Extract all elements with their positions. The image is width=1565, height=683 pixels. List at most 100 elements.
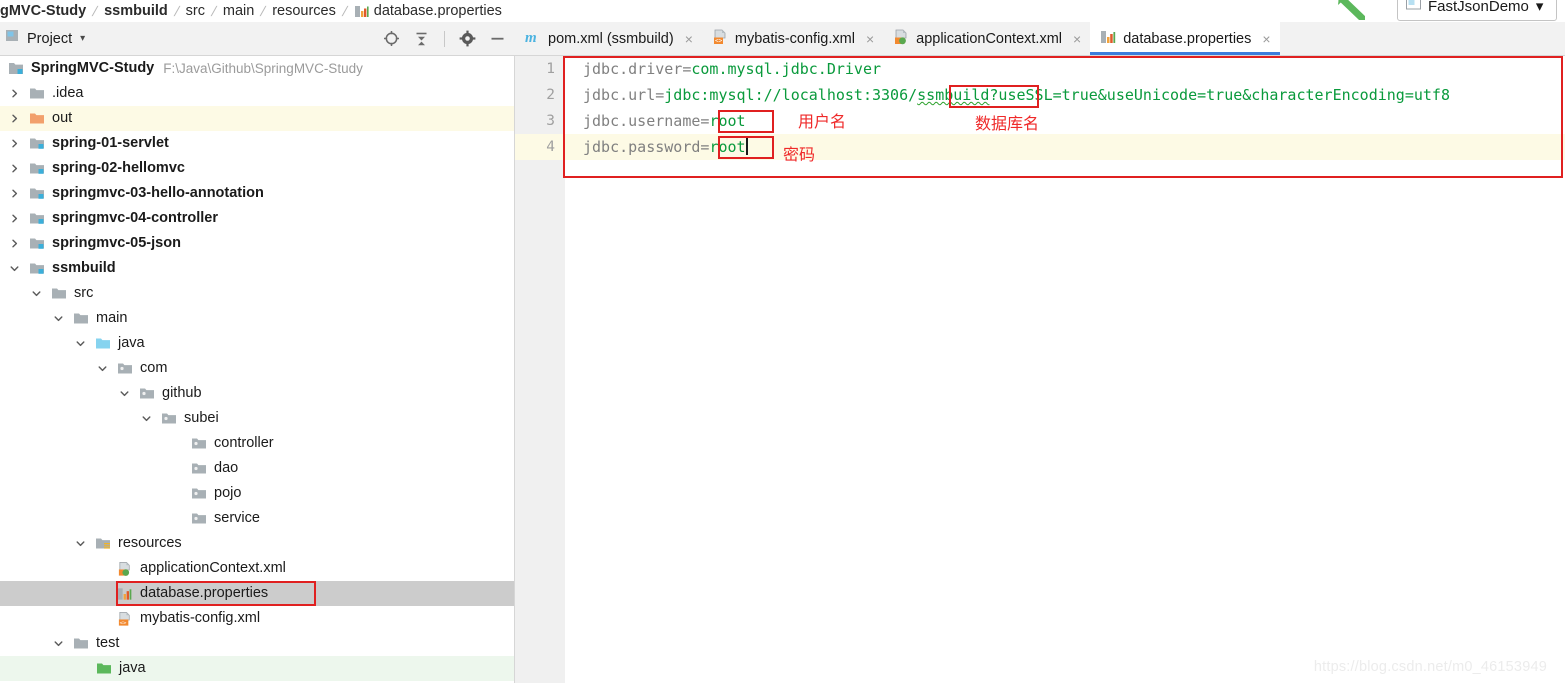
properties-file-icon xyxy=(117,586,134,601)
chevron-right-icon[interactable] xyxy=(8,112,21,125)
chevron-down-icon[interactable] xyxy=(74,537,87,550)
line-number: 2 xyxy=(515,82,565,108)
gear-icon[interactable] xyxy=(458,29,477,48)
code-line-2[interactable]: jdbc.url=jdbc:mysql://localhost:3306/ssm… xyxy=(565,82,1565,108)
tree-row-github[interactable]: github xyxy=(0,381,514,406)
tree-row-spring-02-hellomvc[interactable]: spring-02-hellomvc xyxy=(0,156,514,181)
chevron-right-icon[interactable] xyxy=(8,137,21,150)
tree-row-spring-01-servlet[interactable]: spring-01-servlet xyxy=(0,131,514,156)
folder-resources-icon xyxy=(95,536,112,551)
chevron-down-icon[interactable] xyxy=(140,412,153,425)
code-line-1[interactable]: jdbc.driver=com.mysql.jdbc.Driver xyxy=(565,56,1565,82)
tree-row-main[interactable]: main xyxy=(0,306,514,331)
tree-row-java-source[interactable]: java xyxy=(0,331,514,356)
chevron-down-icon[interactable]: ▾ xyxy=(80,33,85,44)
chevron-right-icon[interactable] xyxy=(8,212,21,225)
breadcrumb-item-4[interactable]: resources xyxy=(272,3,336,19)
properties-file-icon xyxy=(1100,29,1116,49)
breadcrumb-item-1[interactable]: ssmbuild xyxy=(104,3,168,19)
annotation-label-username: 用户名 xyxy=(798,108,846,132)
close-icon[interactable]: × xyxy=(1073,32,1081,46)
code-value: root xyxy=(709,138,745,156)
tab-database-properties[interactable]: database.properties × xyxy=(1090,22,1279,55)
xml-file-icon: <> xyxy=(117,611,134,626)
tree-label: ssmbuild xyxy=(52,261,116,276)
properties-file-icon xyxy=(354,4,369,19)
tree-row-com[interactable]: com xyxy=(0,356,514,381)
close-icon[interactable]: × xyxy=(1262,32,1270,46)
folder-orange-icon xyxy=(29,111,46,126)
code-line-3[interactable]: jdbc.username=root xyxy=(565,108,1565,134)
breadcrumb-item-0[interactable]: gMVC-Study xyxy=(0,3,86,19)
tree-row-springmvc-05-json[interactable]: springmvc-05-json xyxy=(0,231,514,256)
chevron-down-icon[interactable] xyxy=(30,287,43,300)
breadcrumb-separator: / xyxy=(210,3,218,19)
breadcrumb-item-2[interactable]: src xyxy=(186,3,205,19)
tree-row-java-test[interactable]: java xyxy=(0,656,514,681)
tree-row-application-context-xml[interactable]: applicationContext.xml xyxy=(0,556,514,581)
code-editor[interactable]: 1 2 3 4 jdbc.driver=com.mysql.jdbc.Drive… xyxy=(515,56,1565,683)
locate-target-icon[interactable] xyxy=(382,29,401,48)
code-key: jdbc.url= xyxy=(583,86,664,104)
tree-row-database-properties[interactable]: database.properties xyxy=(0,581,514,606)
chevron-down-icon[interactable] xyxy=(52,637,65,650)
code-line-4[interactable]: jdbc.password=root xyxy=(565,134,1565,160)
tree-row-test[interactable]: test xyxy=(0,631,514,656)
tree-row-idea[interactable]: .idea xyxy=(0,81,514,106)
tree-label: springmvc-03-hello-annotation xyxy=(52,186,264,201)
tree-row-dao[interactable]: dao xyxy=(0,456,514,481)
tree-row-src[interactable]: src xyxy=(0,281,514,306)
tab-pom-xml[interactable]: m pom.xml (ssmbuild) × xyxy=(515,22,702,55)
folder-grey-icon xyxy=(51,286,68,301)
chevron-right-icon[interactable] xyxy=(8,187,21,200)
tree-row-controller[interactable]: controller xyxy=(0,431,514,456)
line-number: 1 xyxy=(515,56,565,82)
tree-row-subei[interactable]: subei xyxy=(0,406,514,431)
breadcrumb-separator: / xyxy=(91,3,99,19)
close-icon[interactable]: × xyxy=(866,32,874,46)
tree-label: out xyxy=(52,111,72,126)
tree-row-mybatis-config-xml[interactable]: <> mybatis-config.xml xyxy=(0,606,514,631)
folder-grey-icon xyxy=(29,86,46,101)
editor-text-area[interactable]: jdbc.driver=com.mysql.jdbc.Driver jdbc.u… xyxy=(565,56,1565,683)
chevron-down-icon[interactable] xyxy=(118,387,131,400)
breadcrumb-label: ssmbuild xyxy=(104,3,168,19)
maven-icon: m xyxy=(525,29,541,49)
spring-xml-icon xyxy=(117,561,134,576)
chevron-down-icon[interactable] xyxy=(8,262,21,275)
tree-row-springmvc-study[interactable]: SpringMVC-Study F:\Java\Github\SpringMVC… xyxy=(0,56,514,81)
tree-project-path: F:\Java\Github\SpringMVC-Study xyxy=(163,61,363,76)
run-configuration-selector[interactable]: FastJsonDemo ▾ xyxy=(1397,0,1557,21)
tree-label: springmvc-05-json xyxy=(52,236,181,251)
tree-row-service[interactable]: service xyxy=(0,506,514,531)
code-database-name: ssmbuild xyxy=(917,86,989,104)
breadcrumb-item-5[interactable]: database.properties xyxy=(354,3,502,19)
breadcrumb-item-3[interactable]: main xyxy=(223,3,254,19)
folder-grey-icon xyxy=(73,311,90,326)
tree-row-resources[interactable]: resources xyxy=(0,531,514,556)
project-tree[interactable]: SpringMVC-Study F:\Java\Github\SpringMVC… xyxy=(0,56,515,683)
tab-mybatis-config-xml[interactable]: <> mybatis-config.xml × xyxy=(702,22,883,55)
module-folder-icon xyxy=(8,61,25,76)
chevron-down-icon[interactable] xyxy=(96,362,109,375)
minimize-icon[interactable] xyxy=(488,29,507,48)
tree-label: github xyxy=(162,386,202,401)
collapse-all-icon[interactable] xyxy=(412,29,431,48)
tab-application-context-xml[interactable]: applicationContext.xml × xyxy=(883,22,1090,55)
tree-row-springmvc-04-controller[interactable]: springmvc-04-controller xyxy=(0,206,514,231)
chevron-right-icon[interactable] xyxy=(8,237,21,250)
tree-row-pojo[interactable]: pojo xyxy=(0,481,514,506)
tree-label: main xyxy=(96,311,127,326)
close-icon[interactable]: × xyxy=(685,32,693,46)
chevron-right-icon[interactable] xyxy=(8,162,21,175)
green-pointer-arrow xyxy=(1331,0,1365,20)
module-folder-icon xyxy=(29,186,46,201)
chevron-down-icon[interactable] xyxy=(52,312,65,325)
tree-row-out[interactable]: out xyxy=(0,106,514,131)
chevron-down-icon[interactable] xyxy=(74,337,87,350)
chevron-down-icon[interactable]: ▾ xyxy=(1536,0,1544,15)
editor-gutter: 1 2 3 4 xyxy=(515,56,565,683)
chevron-right-icon[interactable] xyxy=(8,87,21,100)
tree-row-springmvc-03-hello-annotation[interactable]: springmvc-03-hello-annotation xyxy=(0,181,514,206)
tree-row-ssmbuild[interactable]: ssmbuild xyxy=(0,256,514,281)
